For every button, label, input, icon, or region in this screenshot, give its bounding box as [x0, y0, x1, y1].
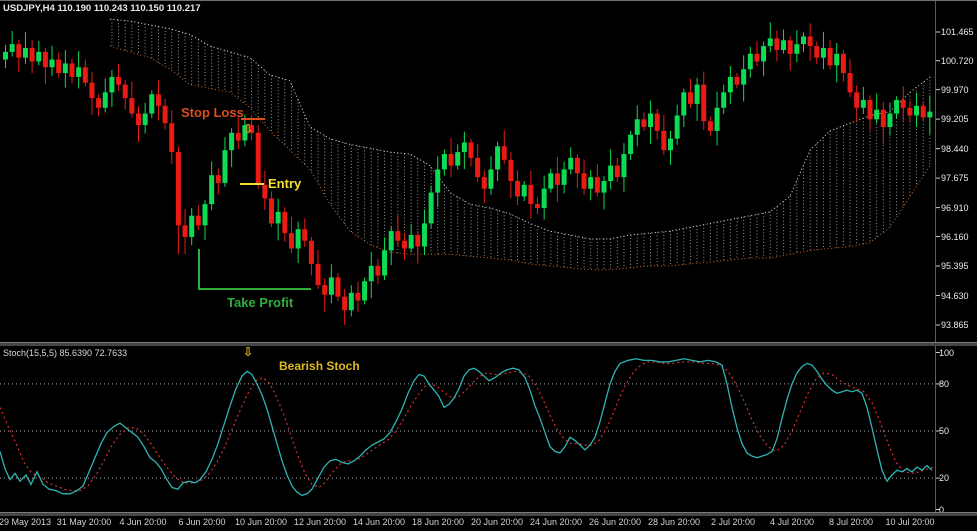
stoch-scale-label: 20 — [939, 473, 950, 484]
time-axis-label: 12 Jun 20:00 — [293, 517, 347, 527]
price-axis-label: 99.970 — [941, 84, 969, 95]
time-axis-label: 6 Jun 20:00 — [178, 517, 226, 527]
stoch-scale-label: 100 — [939, 347, 955, 358]
take-profit-label: Take Profit — [227, 295, 294, 310]
stop-loss-label: Stop Loss — [181, 105, 244, 120]
time-axis-label: 8 Jul 20:00 — [828, 517, 874, 527]
price-axis-label: 100.720 — [941, 55, 974, 66]
time-axis-label: 10 Jun 20:00 — [234, 517, 288, 527]
main-chart-pane[interactable] — [0, 1, 977, 342]
mt4-chart-window: USDJPY,H4 110.190 110.243 110.150 110.21… — [0, 0, 977, 531]
time-axis-label: 14 Jun 20:00 — [352, 517, 406, 527]
time-axis-separator — [0, 512, 977, 516]
time-axis-label: 28 Jun 20:00 — [647, 517, 701, 527]
candlestick-series — [3, 22, 933, 325]
stoch-sell-arrow-icon: ⇩ — [243, 345, 254, 359]
time-axis-label: 29 May 2013 — [0, 517, 52, 527]
pane-separator[interactable] — [0, 342, 977, 346]
trade-annotation-lines — [198, 118, 311, 290]
price-axis-label: 101.465 — [941, 27, 974, 37]
stochastic-pane[interactable] — [0, 345, 977, 512]
stoch-scale-label: 80 — [939, 378, 950, 389]
time-axis-label: 31 May 20:00 — [56, 517, 112, 527]
price-axis-label: 98.440 — [941, 143, 969, 154]
time-axis-label: 2 Jul 20:00 — [710, 517, 756, 527]
price-axis-label: 97.675 — [941, 173, 969, 184]
price-axis-label: 96.910 — [941, 202, 969, 213]
entry-label: Entry — [268, 176, 302, 191]
stochastic-label: Stoch(15,5,5) 85.6390 72.7633 — [3, 348, 128, 358]
bearish-stoch-label: Bearish Stoch — [279, 359, 360, 373]
time-axis-label: 20 Jun 20:00 — [470, 517, 524, 527]
price-axis-label: 99.205 — [941, 114, 969, 125]
price-axis-label: 96.160 — [941, 231, 969, 242]
price-axis-separator — [935, 1, 936, 512]
price-axis-label: 95.395 — [941, 261, 969, 271]
time-axis-label: 26 Jun 20:00 — [588, 517, 642, 527]
time-axis-label: 4 Jun 20:00 — [119, 517, 167, 527]
sell-signal-arrow-icon: ⇩ — [243, 122, 254, 136]
time-axis-label: 24 Jun 20:00 — [529, 517, 583, 527]
price-axis-label: 93.865 — [941, 320, 969, 330]
price-axis-label: 94.630 — [941, 290, 969, 301]
stoch-scale-label: 50 — [939, 426, 950, 436]
stoch-main-line — [0, 358, 933, 497]
chart-title: USDJPY,H4 110.190 110.243 110.150 110.21… — [3, 3, 201, 14]
take-profit-line — [198, 249, 311, 290]
time-axis-label: 18 Jun 20:00 — [411, 517, 465, 527]
time-axis-label: 4 Jul 20:00 — [769, 517, 815, 527]
time-axis-label: 10 Jul 20:00 — [885, 517, 935, 527]
senkou-span-b-line — [109, 18, 931, 240]
senkou-span-a-line — [109, 45, 931, 271]
